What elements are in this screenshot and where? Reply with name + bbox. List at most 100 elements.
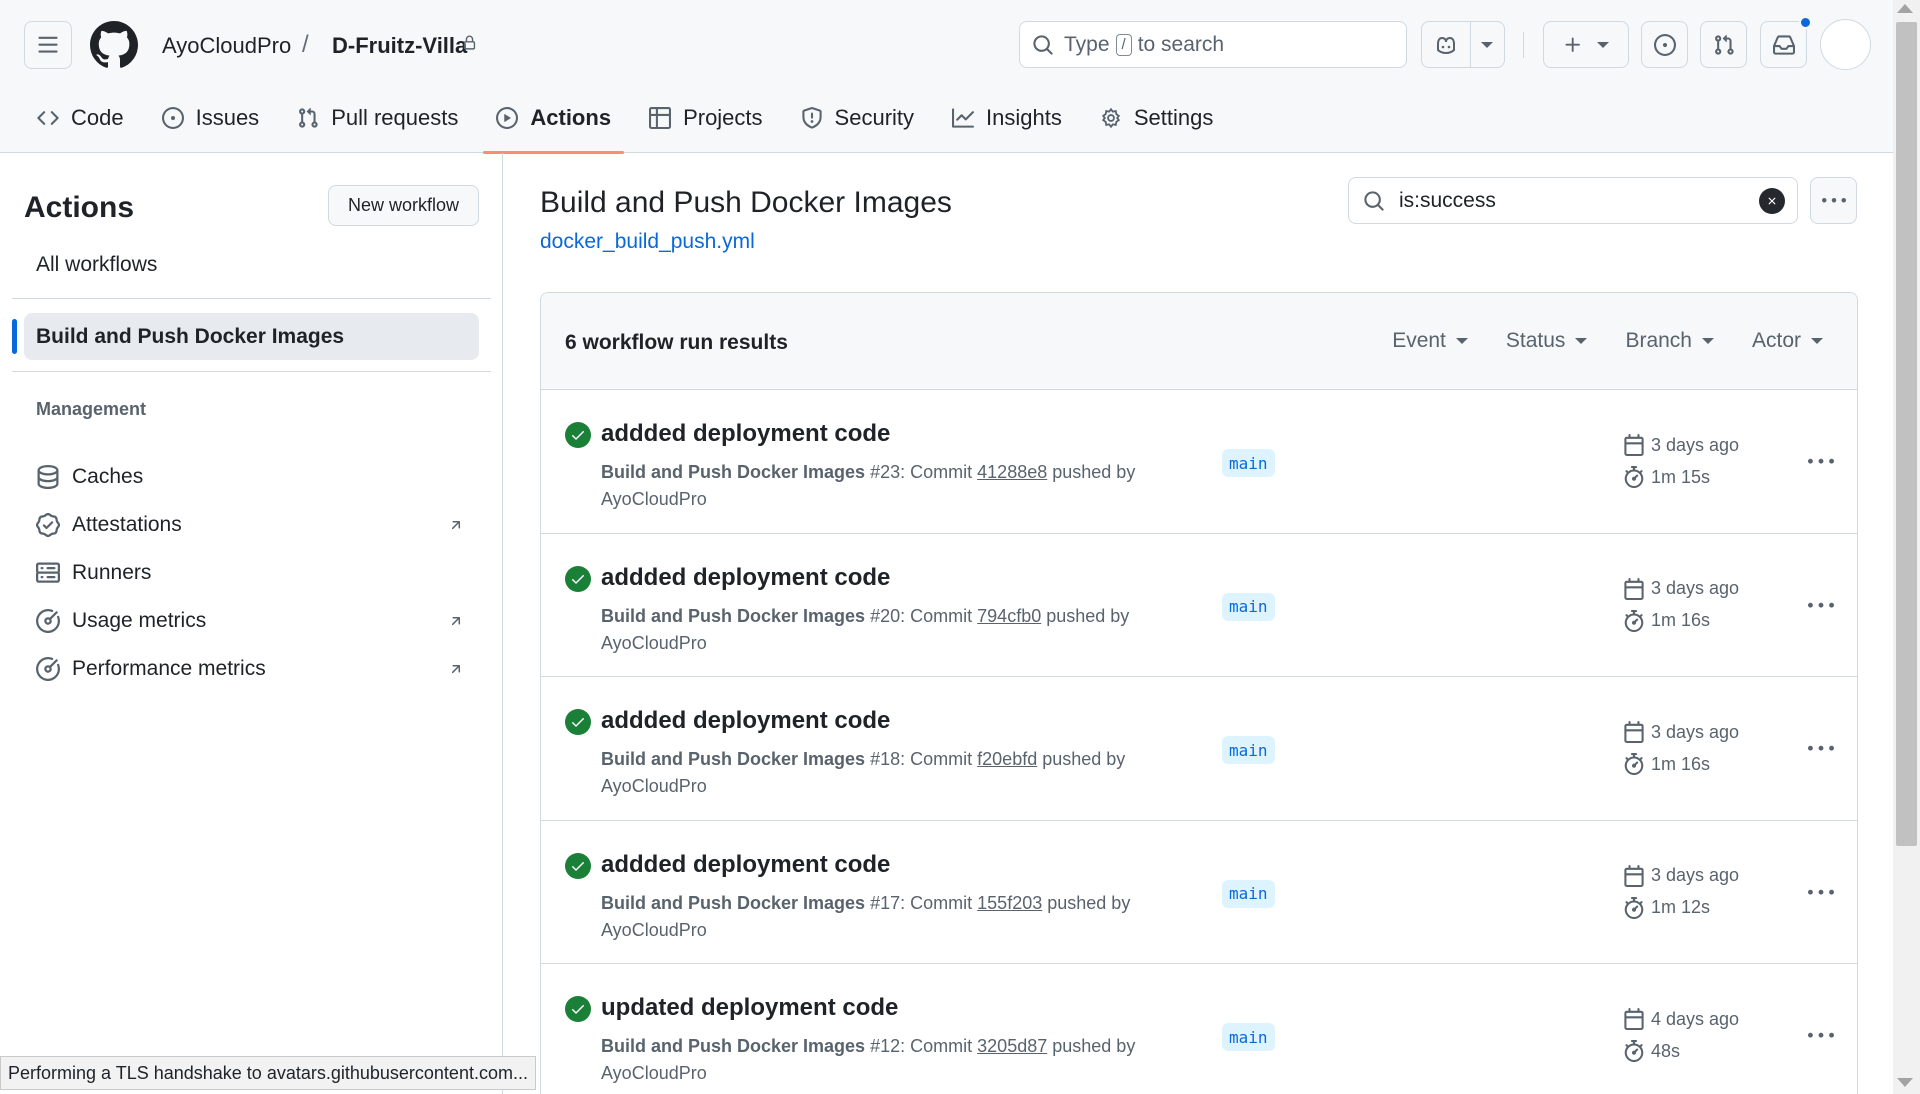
notifications-button[interactable] bbox=[1760, 21, 1807, 68]
workflow-run-row[interactable]: addded deployment code Build and Push Do… bbox=[541, 821, 1857, 964]
your-pull-requests-button[interactable] bbox=[1700, 21, 1747, 68]
run-date: 3 days ago bbox=[1623, 577, 1739, 600]
create-new-button[interactable] bbox=[1543, 21, 1629, 68]
branch-label[interactable]: main bbox=[1222, 449, 1275, 477]
hamburger-menu-button[interactable] bbox=[24, 21, 72, 69]
run-menu-button[interactable] bbox=[1801, 878, 1841, 908]
tab-settings[interactable]: Settings bbox=[1087, 96, 1227, 140]
your-issues-button[interactable] bbox=[1641, 21, 1688, 68]
chevron-down-icon bbox=[1701, 338, 1714, 344]
run-duration-value: 1m 15s bbox=[1651, 466, 1711, 487]
run-commit-prefix: : Commit bbox=[900, 892, 973, 913]
actions-sidebar: Actions New workflow All workflows Build… bbox=[0, 153, 503, 1094]
workflow-menu-button[interactable] bbox=[1810, 177, 1857, 224]
run-duration: 1m 16s bbox=[1623, 609, 1710, 632]
sidebar-item-performance-metrics[interactable]: Performance metrics bbox=[36, 649, 476, 689]
run-when: 4 days ago bbox=[1651, 1008, 1740, 1029]
header-divider bbox=[1523, 32, 1524, 58]
sidebar-item-caches[interactable]: Caches bbox=[36, 457, 476, 497]
workflow-run-row[interactable]: addded deployment code Build and Push Do… bbox=[541, 677, 1857, 821]
copilot-button[interactable] bbox=[1422, 22, 1471, 67]
chevron-down-icon bbox=[1811, 338, 1823, 344]
run-menu-button[interactable] bbox=[1801, 447, 1841, 477]
run-number: #17 bbox=[870, 892, 901, 913]
tab-actions[interactable]: Actions bbox=[483, 96, 624, 154]
branch-label[interactable]: main bbox=[1222, 879, 1275, 908]
run-title-link[interactable]: addded deployment code bbox=[601, 564, 890, 592]
x-icon bbox=[1768, 197, 1776, 205]
branch-filter-dropdown[interactable]: Branch bbox=[1625, 329, 1714, 353]
sidebar-item-selected-workflow[interactable]: Build and Push Docker Images bbox=[24, 313, 479, 360]
commit-sha-link[interactable]: 155f203 bbox=[977, 893, 1042, 913]
workflow-run-row[interactable]: updated deployment code Build and Push D… bbox=[541, 964, 1857, 1094]
run-number: #23 bbox=[870, 462, 901, 482]
lock-icon bbox=[462, 34, 477, 52]
run-duration-value: 1m 12s bbox=[1651, 897, 1711, 917]
workflow-file-link[interactable]: docker_build_push.yml bbox=[540, 230, 755, 254]
plus-icon bbox=[1565, 37, 1580, 52]
copilot-dropdown-button[interactable] bbox=[1471, 22, 1504, 67]
workflow-run-row[interactable]: addded deployment code Build and Push Do… bbox=[541, 390, 1857, 534]
filter-facets: Event Status Branch Actor bbox=[1392, 329, 1823, 353]
sidebar-item-usage-metrics[interactable]: Usage metrics bbox=[36, 601, 476, 641]
run-title-link[interactable]: addded deployment code bbox=[601, 420, 890, 448]
run-duration: 1m 12s bbox=[1623, 896, 1711, 919]
tab-label: Actions bbox=[530, 105, 612, 130]
check-circle-icon bbox=[565, 996, 591, 1022]
inbox-icon bbox=[1772, 34, 1795, 55]
commit-sha-link[interactable]: 41288e8 bbox=[977, 462, 1047, 482]
sidebar-item-all-workflows[interactable]: All workflows bbox=[36, 253, 157, 277]
tab-label: Issues bbox=[195, 105, 260, 130]
scrollbar-thumb[interactable] bbox=[1896, 22, 1917, 846]
run-title-link[interactable]: addded deployment code bbox=[601, 851, 890, 879]
search-shortcut-key: / bbox=[1115, 33, 1132, 56]
run-when: 3 days ago bbox=[1651, 865, 1740, 885]
commit-sha-link[interactable]: 794cfb0 bbox=[977, 606, 1041, 626]
run-menu-button[interactable] bbox=[1801, 591, 1841, 621]
commit-sha-link[interactable]: f20ebfd bbox=[977, 749, 1037, 769]
commit-sha-link[interactable]: 3205d87 bbox=[977, 1036, 1047, 1056]
run-menu-button[interactable] bbox=[1801, 1021, 1841, 1051]
filter-value: is:success bbox=[1399, 188, 1496, 212]
sidebar-title: Actions bbox=[24, 191, 135, 224]
branch-label[interactable]: main bbox=[1222, 736, 1275, 764]
kebab-horizontal-icon bbox=[1808, 745, 1834, 751]
run-title-link[interactable]: updated deployment code bbox=[601, 994, 898, 1022]
tab-issues[interactable]: Issues bbox=[149, 96, 273, 140]
git-pull-request-icon bbox=[299, 107, 318, 128]
workflow-run-row[interactable]: addded deployment code Build and Push Do… bbox=[541, 534, 1857, 677]
run-actor: AyoCloudPro bbox=[601, 776, 707, 796]
sidebar-item-attestations[interactable]: Attestations bbox=[36, 505, 476, 545]
divider bbox=[12, 298, 491, 299]
github-logo-icon[interactable] bbox=[90, 21, 138, 69]
event-filter-dropdown[interactable]: Event bbox=[1392, 329, 1468, 353]
tab-security[interactable]: Security bbox=[788, 96, 927, 140]
run-when: 3 days ago bbox=[1651, 721, 1740, 742]
filter-runs-input[interactable]: is:success bbox=[1348, 177, 1798, 224]
status-filter-dropdown[interactable]: Status bbox=[1506, 329, 1588, 353]
global-search-input[interactable]: Type / to search bbox=[1019, 21, 1407, 68]
play-icon bbox=[496, 107, 519, 129]
tab-pull-requests[interactable]: Pull requests bbox=[284, 96, 471, 140]
copilot-button-group bbox=[1421, 21, 1505, 68]
tab-code[interactable]: Code bbox=[24, 96, 137, 140]
scroll-up-arrow-icon[interactable] bbox=[1897, 4, 1913, 13]
branch-label[interactable]: main bbox=[1222, 592, 1275, 621]
tab-insights[interactable]: Insights bbox=[939, 96, 1075, 140]
sidebar-item-runners[interactable]: Runners bbox=[36, 553, 476, 593]
run-title-link[interactable]: addded deployment code bbox=[601, 707, 890, 735]
new-workflow-button[interactable]: New workflow bbox=[328, 185, 479, 226]
stopwatch-icon bbox=[1624, 466, 1644, 488]
selected-indicator bbox=[12, 319, 17, 354]
avatar[interactable] bbox=[1820, 19, 1871, 70]
actor-filter-dropdown[interactable]: Actor bbox=[1752, 329, 1823, 353]
breadcrumb-owner-link[interactable]: AyoCloudPro bbox=[162, 33, 291, 59]
breadcrumb-repo-link[interactable]: D-Fruitz-Villa bbox=[332, 33, 467, 59]
scroll-down-arrow-icon[interactable] bbox=[1897, 1078, 1913, 1087]
run-menu-button[interactable] bbox=[1801, 734, 1841, 764]
page-title: Build and Push Docker Images bbox=[540, 186, 952, 219]
run-duration-value: 48s bbox=[1651, 1040, 1681, 1061]
tab-projects[interactable]: Projects bbox=[636, 96, 775, 140]
clear-filter-button[interactable] bbox=[1759, 188, 1785, 214]
branch-label[interactable]: main bbox=[1222, 1023, 1275, 1051]
